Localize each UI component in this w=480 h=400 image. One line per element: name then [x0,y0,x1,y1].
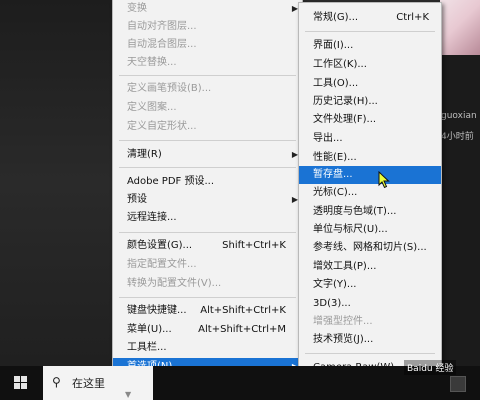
separator [119,297,296,298]
windows-start-icon[interactable] [14,376,27,389]
search-icon: ⚲ [52,375,61,389]
taskbar-search-text: 在这里 [72,377,105,390]
submenu-item-plugins[interactable]: 增效工具(P)... [299,258,441,276]
watermark: Baidu 经验 [404,360,457,375]
submenu-item-interface[interactable]: 界面(I)... [299,37,441,55]
separator [119,232,296,233]
menu-item-convert-profile[interactable]: 转换为配置文件(V)... [113,275,302,293]
menu-item-keyboard-shortcuts[interactable]: 键盘快捷键... Alt+Shift+Ctrl+K [113,302,302,320]
submenu-item-workspace[interactable]: 工作区(K)... [299,56,441,74]
menu-item-auto-blend-layers[interactable]: 自动混合图层... [113,36,302,54]
submenu-item-file-handling[interactable]: 文件处理(F)... [299,111,441,129]
menu-item-color-settings[interactable]: 颜色设置(G)... Shift+Ctrl+K [113,237,302,255]
submenu-item-3d[interactable]: 3D(3)... [299,295,441,313]
menu-item-define-shape[interactable]: 定义自定形状... [113,118,302,136]
scroll-down-icon[interactable]: ▼ [125,390,131,399]
edit-menu: 变换 ▶ 自动对齐图层... 自动混合图层... 天空替换... 定义画笔预设(B… [112,0,303,377]
submenu-item-cursors[interactable]: 光标(C)... [299,184,441,202]
separator [119,75,296,76]
preferences-submenu: 常规(G)... Ctrl+K 界面(I)... 工作区(K)... 工具(O).… [298,2,442,380]
submenu-item-scratch-disks[interactable]: 暂存盘... [299,166,441,184]
menu-item-menus[interactable]: 菜单(U)... Alt+Shift+Ctrl+M [113,321,302,339]
username-text: guoxian [441,111,477,121]
menu-item-define-brush[interactable]: 定义画笔预设(B)... [113,80,302,98]
submenu-item-enhanced-controls[interactable]: 增强型控件... [299,313,441,331]
background-left [0,0,112,366]
menu-item-toolbar[interactable]: 工具栏... [113,339,302,357]
submenu-item-history[interactable]: 历史记录(H)... [299,93,441,111]
submenu-item-transparency[interactable]: 透明度与色域(T)... [299,203,441,221]
submenu-item-performance[interactable]: 性能(E)... [299,149,441,167]
menu-item-auto-align-layers[interactable]: 自动对齐图层... [113,18,302,36]
menu-item-transform[interactable]: 变换 ▶ [113,0,302,18]
menu-item-remote-connections[interactable]: 远程连接... [113,209,302,227]
submenu-item-tools[interactable]: 工具(O)... [299,75,441,93]
submenu-item-type[interactable]: 文字(Y)... [299,276,441,294]
taskbar-app-icon[interactable] [450,376,466,392]
menu-item-sky-replacement[interactable]: 天空替换... [113,54,302,72]
thumbnail-image [440,0,480,55]
separator [119,140,296,141]
mouse-cursor-icon [378,171,390,189]
background-right [440,55,480,366]
submenu-item-technology-previews[interactable]: 技术预览(J)... [299,331,441,349]
submenu-item-general[interactable]: 常规(G)... Ctrl+K [299,9,441,27]
separator [119,167,296,168]
menu-item-assign-profile[interactable]: 指定配置文件... [113,256,302,274]
time-text: 4小时前 [441,132,474,142]
separator [305,353,435,354]
submenu-item-export[interactable]: 导出... [299,130,441,148]
menu-item-adobe-pdf-presets[interactable]: Adobe PDF 预设... [113,173,302,191]
submenu-item-guides-grid[interactable]: 参考线、网格和切片(S)... [299,239,441,257]
menu-item-define-pattern[interactable]: 定义图案... [113,99,302,117]
submenu-item-units-rulers[interactable]: 单位与标尺(U)... [299,221,441,239]
menu-item-purge[interactable]: 清理(R) ▶ [113,146,302,164]
separator [305,31,435,32]
menu-item-presets[interactable]: 预设 ▶ [113,191,302,209]
